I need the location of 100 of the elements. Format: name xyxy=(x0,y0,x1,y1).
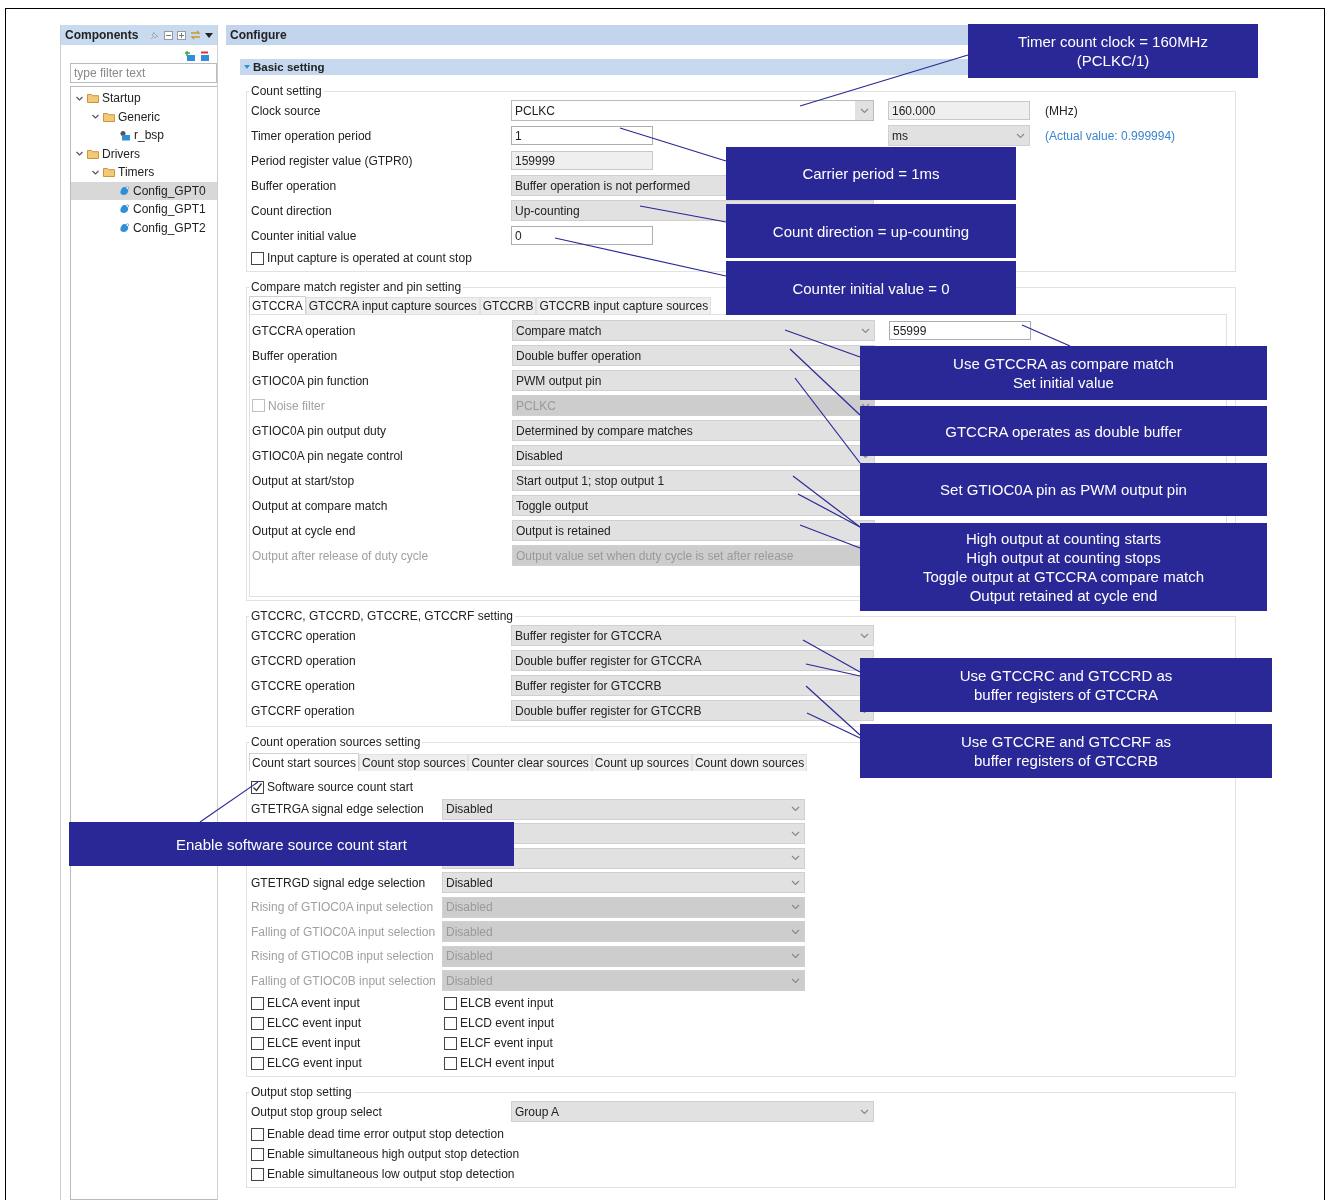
dropdown[interactable]: Output is retained xyxy=(512,520,875,541)
unit-label: (MHz) xyxy=(1045,103,1078,118)
filter-field[interactable]: type filter text xyxy=(70,63,217,83)
tree-item[interactable]: r_bsp xyxy=(71,126,217,145)
callout-tooltip: Carrier period = 1ms xyxy=(726,147,1016,200)
tree-item[interactable]: Generic xyxy=(71,107,217,126)
drop-icon xyxy=(119,222,130,233)
chevron-down-icon xyxy=(790,953,800,960)
checkbox-label: ELCE event input xyxy=(267,1036,361,1050)
group-title: Count setting xyxy=(250,84,323,98)
chevron-down-icon xyxy=(790,855,800,862)
dropdown[interactable]: Disabled xyxy=(442,872,805,894)
callout-tooltip: High output at counting starts High output at counting stops Toggle output at GTCCRA compare match Output retained at cycle end xyxy=(860,523,1267,611)
field-label: GTCCRA operation xyxy=(252,323,356,338)
tab[interactable]: GTCCRB xyxy=(479,297,537,314)
dropdown[interactable]: PCLKC xyxy=(511,100,874,121)
chevron-down-icon xyxy=(860,327,870,334)
input-field[interactable]: 0 xyxy=(511,226,653,245)
checkbox-label: ELCH event input xyxy=(460,1056,555,1070)
actual-value-note: (Actual value: 0.999994) xyxy=(1045,128,1176,143)
callout-tooltip: Use GTCCRC and GTCCRD as buffer registers of GTCCRA xyxy=(860,658,1272,712)
chevron-down-icon[interactable] xyxy=(75,149,84,159)
tab[interactable]: Count up sources xyxy=(591,754,692,771)
checkbox-label: ELCC event input xyxy=(267,1016,362,1030)
checkbox-label: ELCD event input xyxy=(460,1016,555,1030)
checkbox[interactable] xyxy=(251,780,264,794)
dropdown[interactable]: Double buffer register for GTCCRB xyxy=(511,700,874,721)
callout-tooltip: Use GTCCRA as compare match Set initial value xyxy=(860,346,1267,400)
input-field[interactable]: 55999 xyxy=(889,321,1031,340)
tree-item[interactable]: Timers xyxy=(71,163,217,182)
chevron-down-icon xyxy=(790,928,800,935)
chevron-down-icon xyxy=(1015,132,1025,139)
callout-tooltip: Counter initial value = 0 xyxy=(726,261,1016,315)
checkbox-label: ELCG event input xyxy=(267,1056,362,1070)
tree-item[interactable]: Drivers xyxy=(71,144,217,163)
field-label: Count direction xyxy=(251,203,332,218)
field-label: Counter initial value xyxy=(251,228,357,243)
tab[interactable]: Count down sources xyxy=(691,754,808,771)
field-label: GTCCRF operation xyxy=(251,703,355,718)
checkbox[interactable] xyxy=(444,996,457,1010)
input-field[interactable]: 1 xyxy=(511,126,653,145)
checkbox[interactable] xyxy=(251,1056,264,1070)
checkbox[interactable] xyxy=(444,1036,457,1050)
checkbox[interactable] xyxy=(251,1036,264,1050)
checkbox-label: Enable simultaneous low output stop detection xyxy=(267,1167,515,1181)
chevron-down-icon xyxy=(790,977,800,984)
chevron-down-icon xyxy=(859,1108,869,1115)
field-label: Output at start/stop xyxy=(252,473,355,488)
folder-icon xyxy=(87,148,99,159)
folder-icon xyxy=(103,111,115,122)
dropdown[interactable]: ms xyxy=(888,125,1030,146)
field-label: Falling of GTIOC0B input selection xyxy=(251,973,436,988)
field-label: GTCCRE operation xyxy=(251,678,356,693)
checkbox[interactable] xyxy=(251,1127,264,1141)
tab[interactable]: Count start sources xyxy=(249,753,360,771)
field-label: Buffer operation xyxy=(252,348,338,363)
chevron-down-icon[interactable] xyxy=(91,112,100,122)
field-label: Clock source xyxy=(251,103,321,118)
tab[interactable]: Count stop sources xyxy=(359,754,469,771)
checkbox[interactable] xyxy=(251,1147,264,1161)
dropdown[interactable]: Double buffer register for GTCCRA xyxy=(511,650,874,671)
callout-tooltip: Set GTIOC0A pin as PWM output pin xyxy=(860,463,1267,516)
tab[interactable]: Counter clear sources xyxy=(468,754,592,771)
field-label: Timer operation period xyxy=(251,128,372,143)
dropdown[interactable]: Disabled xyxy=(512,445,875,466)
expand-icon[interactable] xyxy=(177,30,186,40)
tree-item[interactable]: Config_GPT2 xyxy=(71,218,217,237)
callout-tooltip: Enable software source count start xyxy=(69,822,514,866)
add-component-icon[interactable] xyxy=(185,51,196,61)
menu-caret-icon[interactable] xyxy=(205,32,213,38)
checkbox[interactable] xyxy=(444,1016,457,1030)
chevron-down-icon xyxy=(859,632,869,639)
gear-cube-icon xyxy=(119,129,131,141)
dropdown[interactable]: Compare match xyxy=(512,320,875,341)
tab[interactable]: GTCCRB input capture sources xyxy=(536,297,712,314)
tree-item[interactable]: Startup xyxy=(71,89,217,108)
remove-component-icon[interactable] xyxy=(200,51,211,61)
checkbox[interactable] xyxy=(251,996,264,1010)
field-label: GTETRGD signal edge selection xyxy=(251,875,426,890)
collapse-icon[interactable] xyxy=(164,30,173,40)
tree-item[interactable]: Config_GPT0 xyxy=(71,181,217,200)
checkbox[interactable] xyxy=(251,1167,264,1181)
dropdown[interactable]: Disabled xyxy=(442,798,805,820)
field-label: Output at compare match xyxy=(252,498,388,513)
group-title: Count operation sources setting xyxy=(250,735,422,749)
checkbox[interactable] xyxy=(251,1016,264,1030)
field-label: Period register value (GTPR0) xyxy=(251,153,413,168)
field-label: GTCCRD operation xyxy=(251,653,356,668)
tab[interactable]: GTCCRA xyxy=(249,296,306,314)
dropdown[interactable]: Buffer register for GTCCRA xyxy=(511,625,874,646)
checkbox-label: Software source count start xyxy=(267,780,414,794)
checkbox[interactable] xyxy=(444,1056,457,1070)
tree-item[interactable]: Config_GPT1 xyxy=(71,200,217,219)
readonly-field: 160.000 xyxy=(888,101,1030,120)
tab[interactable]: GTCCRA input capture sources xyxy=(305,297,480,314)
checkbox-label: Enable simultaneous high output stop detection xyxy=(267,1147,520,1161)
checkbox-label: ELCA event input xyxy=(267,996,360,1010)
dropdown[interactable]: Group A xyxy=(511,1101,874,1122)
dropdown[interactable]: Double buffer operation xyxy=(512,345,875,366)
checkbox[interactable] xyxy=(251,251,264,265)
